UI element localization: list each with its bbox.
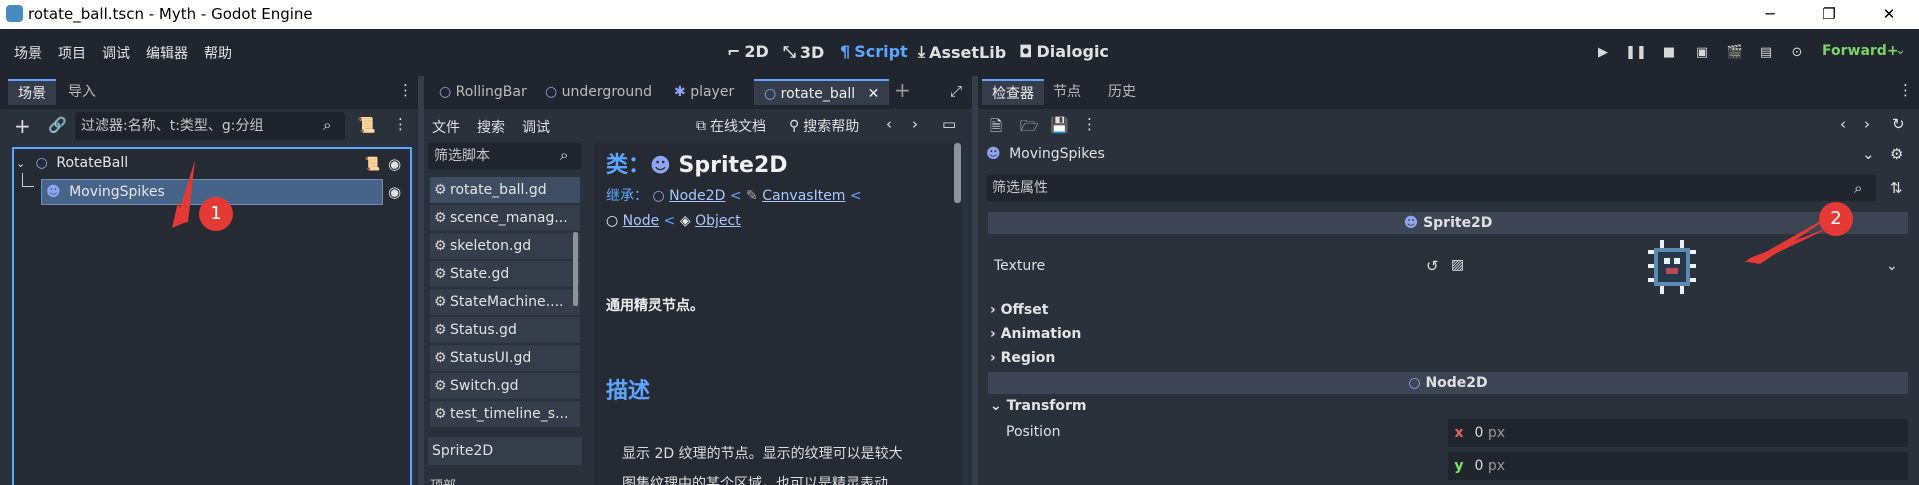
annotation-badge-1: 1 [199,197,233,231]
annotation-badge-2: 2 [1819,202,1853,236]
annotation-overlay [172,160,1840,264]
